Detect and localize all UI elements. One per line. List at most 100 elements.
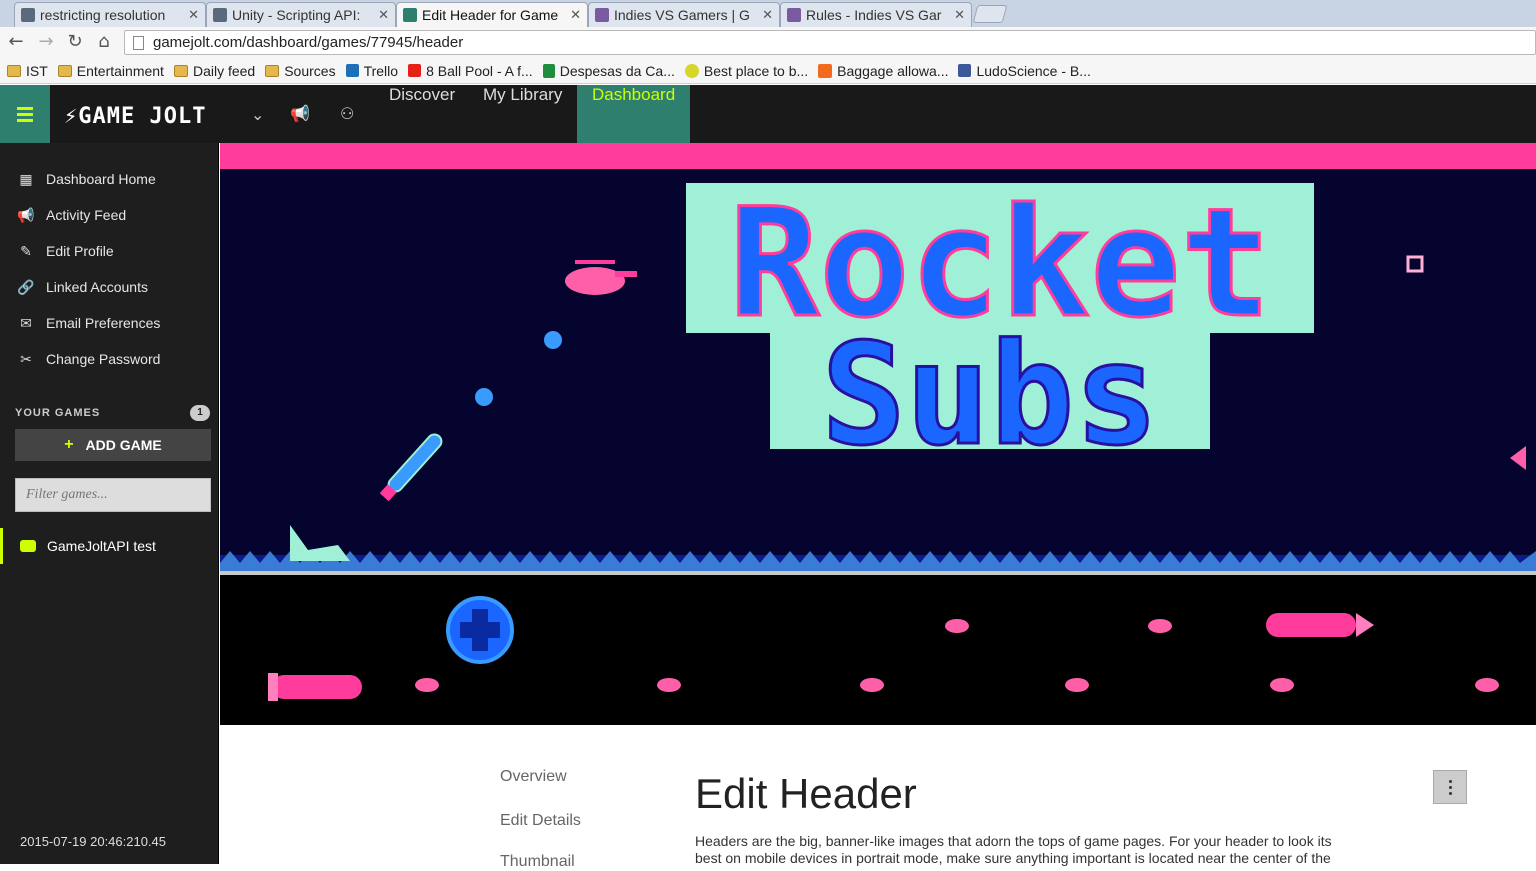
bookmark-despesas[interactable]: Despesas da Ca... bbox=[542, 63, 675, 79]
dashboard-icon: ▦ bbox=[19, 170, 33, 187]
sheets-icon bbox=[542, 63, 555, 78]
screenshot-timestamp: 2015-07-19 20:46:210.45 bbox=[20, 834, 167, 849]
folder-icon bbox=[265, 64, 280, 77]
bookmark-daily-feed[interactable]: Daily feed bbox=[173, 63, 255, 79]
friends-icon[interactable]: ⚇ bbox=[340, 104, 354, 123]
envelope-icon: ✉ bbox=[20, 314, 32, 331]
home-icon[interactable]: ⌂ bbox=[93, 31, 115, 53]
subnav-overview[interactable]: Overview bbox=[500, 768, 567, 786]
folder-icon bbox=[173, 64, 188, 77]
dashboard-sidebar: ▦ Dashboard Home 📢 Activity Feed ✎ Edit … bbox=[0, 143, 219, 864]
forward-arrow-icon[interactable]: → bbox=[35, 31, 57, 53]
game-header-banner: Rocket Subs bbox=[220, 143, 1536, 725]
megaphone-icon[interactable]: 📢 bbox=[290, 104, 310, 123]
tab-favicon-icon bbox=[595, 8, 609, 22]
edit-header-content: Overview Edit Details Thumbnail Edit Hea… bbox=[220, 725, 1536, 870]
reload-icon[interactable]: ↻ bbox=[64, 31, 86, 53]
e-icon bbox=[818, 63, 833, 78]
subnav-edit-details[interactable]: Edit Details bbox=[500, 812, 581, 830]
bookmark-8-ball-pool[interactable]: 8 Ball Pool - A f... bbox=[408, 63, 533, 79]
sidebar-item-change-password[interactable]: ✂ Change Password bbox=[0, 341, 219, 377]
tab-title: Unity - Scripting API: bbox=[232, 7, 361, 23]
mine-sprite bbox=[446, 596, 514, 664]
browser-toolbar: ← → ↻ ⌂ gamejolt.com/dashboard/games/779… bbox=[0, 27, 1536, 58]
bookmark-trello[interactable]: Trello bbox=[345, 63, 398, 79]
trello-icon bbox=[345, 64, 359, 77]
banner-title-line2: Subs bbox=[821, 314, 1158, 477]
bookmark-entertainment[interactable]: Entertainment bbox=[57, 63, 164, 79]
close-icon[interactable]: ✕ bbox=[188, 7, 199, 23]
folder-icon bbox=[57, 64, 72, 77]
new-tab-button[interactable] bbox=[972, 5, 1008, 23]
dot-icon bbox=[1448, 785, 1452, 789]
bookmarks-bar: IST Entertainment Daily feed Sources Tre… bbox=[0, 58, 1536, 84]
bookmark-ludoscience[interactable]: LudoScience - B... bbox=[958, 63, 1091, 79]
browser-tab[interactable]: Unity - Scripting API: ✕ bbox=[206, 2, 396, 27]
site-top-nav: ⚡GAME JOLT ⌄ 📢 ⚇ Discover My Library Das… bbox=[0, 85, 1536, 143]
add-game-button[interactable]: + ADD GAME bbox=[15, 429, 211, 461]
filter-games-input[interactable] bbox=[15, 478, 211, 512]
subnav-thumbnail[interactable]: Thumbnail bbox=[500, 853, 575, 871]
hamburger-menu-button[interactable] bbox=[0, 85, 50, 143]
address-bar[interactable]: gamejolt.com/dashboard/games/77945/heade… bbox=[124, 30, 1536, 55]
url-text: gamejolt.com/dashboard/games/77945/heade… bbox=[153, 34, 464, 51]
close-icon[interactable]: ✕ bbox=[570, 7, 581, 23]
nav-discover[interactable]: Discover bbox=[374, 85, 470, 143]
tab-favicon-icon bbox=[213, 8, 227, 22]
sidebar-game-gamejoltapi-test[interactable]: GameJoltAPI test bbox=[0, 528, 219, 564]
dot-icon bbox=[1448, 779, 1452, 783]
close-icon[interactable]: ✕ bbox=[954, 7, 965, 23]
page-title: Edit Header bbox=[695, 770, 917, 817]
browser-tab[interactable]: restricting resolution ✕ bbox=[14, 2, 206, 27]
submarine-sprite bbox=[1266, 613, 1374, 637]
tab-title: Edit Header for Game bbox=[422, 7, 559, 23]
back-arrow-icon[interactable]: ← bbox=[5, 31, 27, 53]
submarine-sprite bbox=[268, 673, 362, 701]
bookmark-sources[interactable]: Sources bbox=[265, 63, 336, 79]
tab-title: restricting resolution bbox=[40, 7, 166, 23]
close-icon[interactable]: ✕ bbox=[762, 7, 773, 23]
bookmark-baggage[interactable]: Baggage allowa... bbox=[818, 63, 948, 79]
gamepad-icon bbox=[20, 540, 36, 552]
link-icon: 🔗 bbox=[17, 278, 35, 295]
tab-favicon-icon bbox=[403, 8, 417, 22]
plus-icon: + bbox=[64, 436, 74, 453]
tab-favicon-icon bbox=[21, 8, 35, 22]
games-count-badge: 1 bbox=[190, 405, 210, 421]
bubble-sprite bbox=[475, 388, 493, 406]
close-icon[interactable]: ✕ bbox=[378, 7, 389, 23]
chevron-down-icon[interactable]: ⌄ bbox=[251, 105, 264, 124]
banner-sea bbox=[220, 575, 1536, 725]
dot-icon bbox=[1448, 791, 1452, 795]
header-description: Headers are the big, banner-like images … bbox=[695, 833, 1332, 866]
tab-title: Indies VS Gamers | G bbox=[614, 7, 750, 23]
sidebar-item-edit-profile[interactable]: ✎ Edit Profile bbox=[0, 233, 219, 269]
banner-artwork: Rocket Subs bbox=[220, 143, 1536, 725]
game-jolt-logo[interactable]: ⚡GAME JOLT bbox=[64, 104, 206, 129]
facebook-icon bbox=[958, 64, 972, 77]
sidebar-item-email-preferences[interactable]: ✉ Email Preferences bbox=[0, 305, 219, 341]
sidebar-item-linked-accounts[interactable]: 🔗 Linked Accounts bbox=[0, 269, 219, 305]
page-icon bbox=[133, 35, 144, 50]
browser-tab[interactable]: Indies VS Gamers | G ✕ bbox=[588, 2, 780, 27]
bookmark-ist[interactable]: IST bbox=[7, 63, 48, 79]
browser-tab[interactable]: Rules - Indies VS Gar ✕ bbox=[780, 2, 972, 27]
megaphone-icon: 📢 bbox=[17, 206, 35, 223]
youtube-icon bbox=[408, 64, 422, 77]
browser-tab-active[interactable]: Edit Header for Game ✕ bbox=[396, 2, 588, 27]
sidebar-item-dashboard-home[interactable]: ▦ Dashboard Home bbox=[0, 161, 219, 197]
tab-title: Rules - Indies VS Gar bbox=[806, 7, 942, 23]
tools-icon: ✂ bbox=[20, 350, 32, 367]
nav-my-library[interactable]: My Library bbox=[468, 85, 577, 143]
folder-icon bbox=[7, 64, 21, 77]
sidebar-item-activity-feed[interactable]: 📢 Activity Feed bbox=[0, 197, 219, 233]
pencil-icon: ✎ bbox=[20, 242, 32, 259]
smiley-icon bbox=[684, 63, 699, 78]
tab-favicon-icon bbox=[787, 8, 801, 22]
more-options-button[interactable] bbox=[1433, 770, 1467, 804]
nav-dashboard[interactable]: Dashboard bbox=[577, 85, 691, 143]
banner-top-strip bbox=[220, 143, 1536, 169]
browser-tab-strip: restricting resolution ✕ Unity - Scripti… bbox=[0, 0, 1536, 27]
your-games-heading: YOUR GAMES bbox=[15, 407, 101, 419]
bookmark-best-place[interactable]: Best place to b... bbox=[684, 63, 808, 79]
